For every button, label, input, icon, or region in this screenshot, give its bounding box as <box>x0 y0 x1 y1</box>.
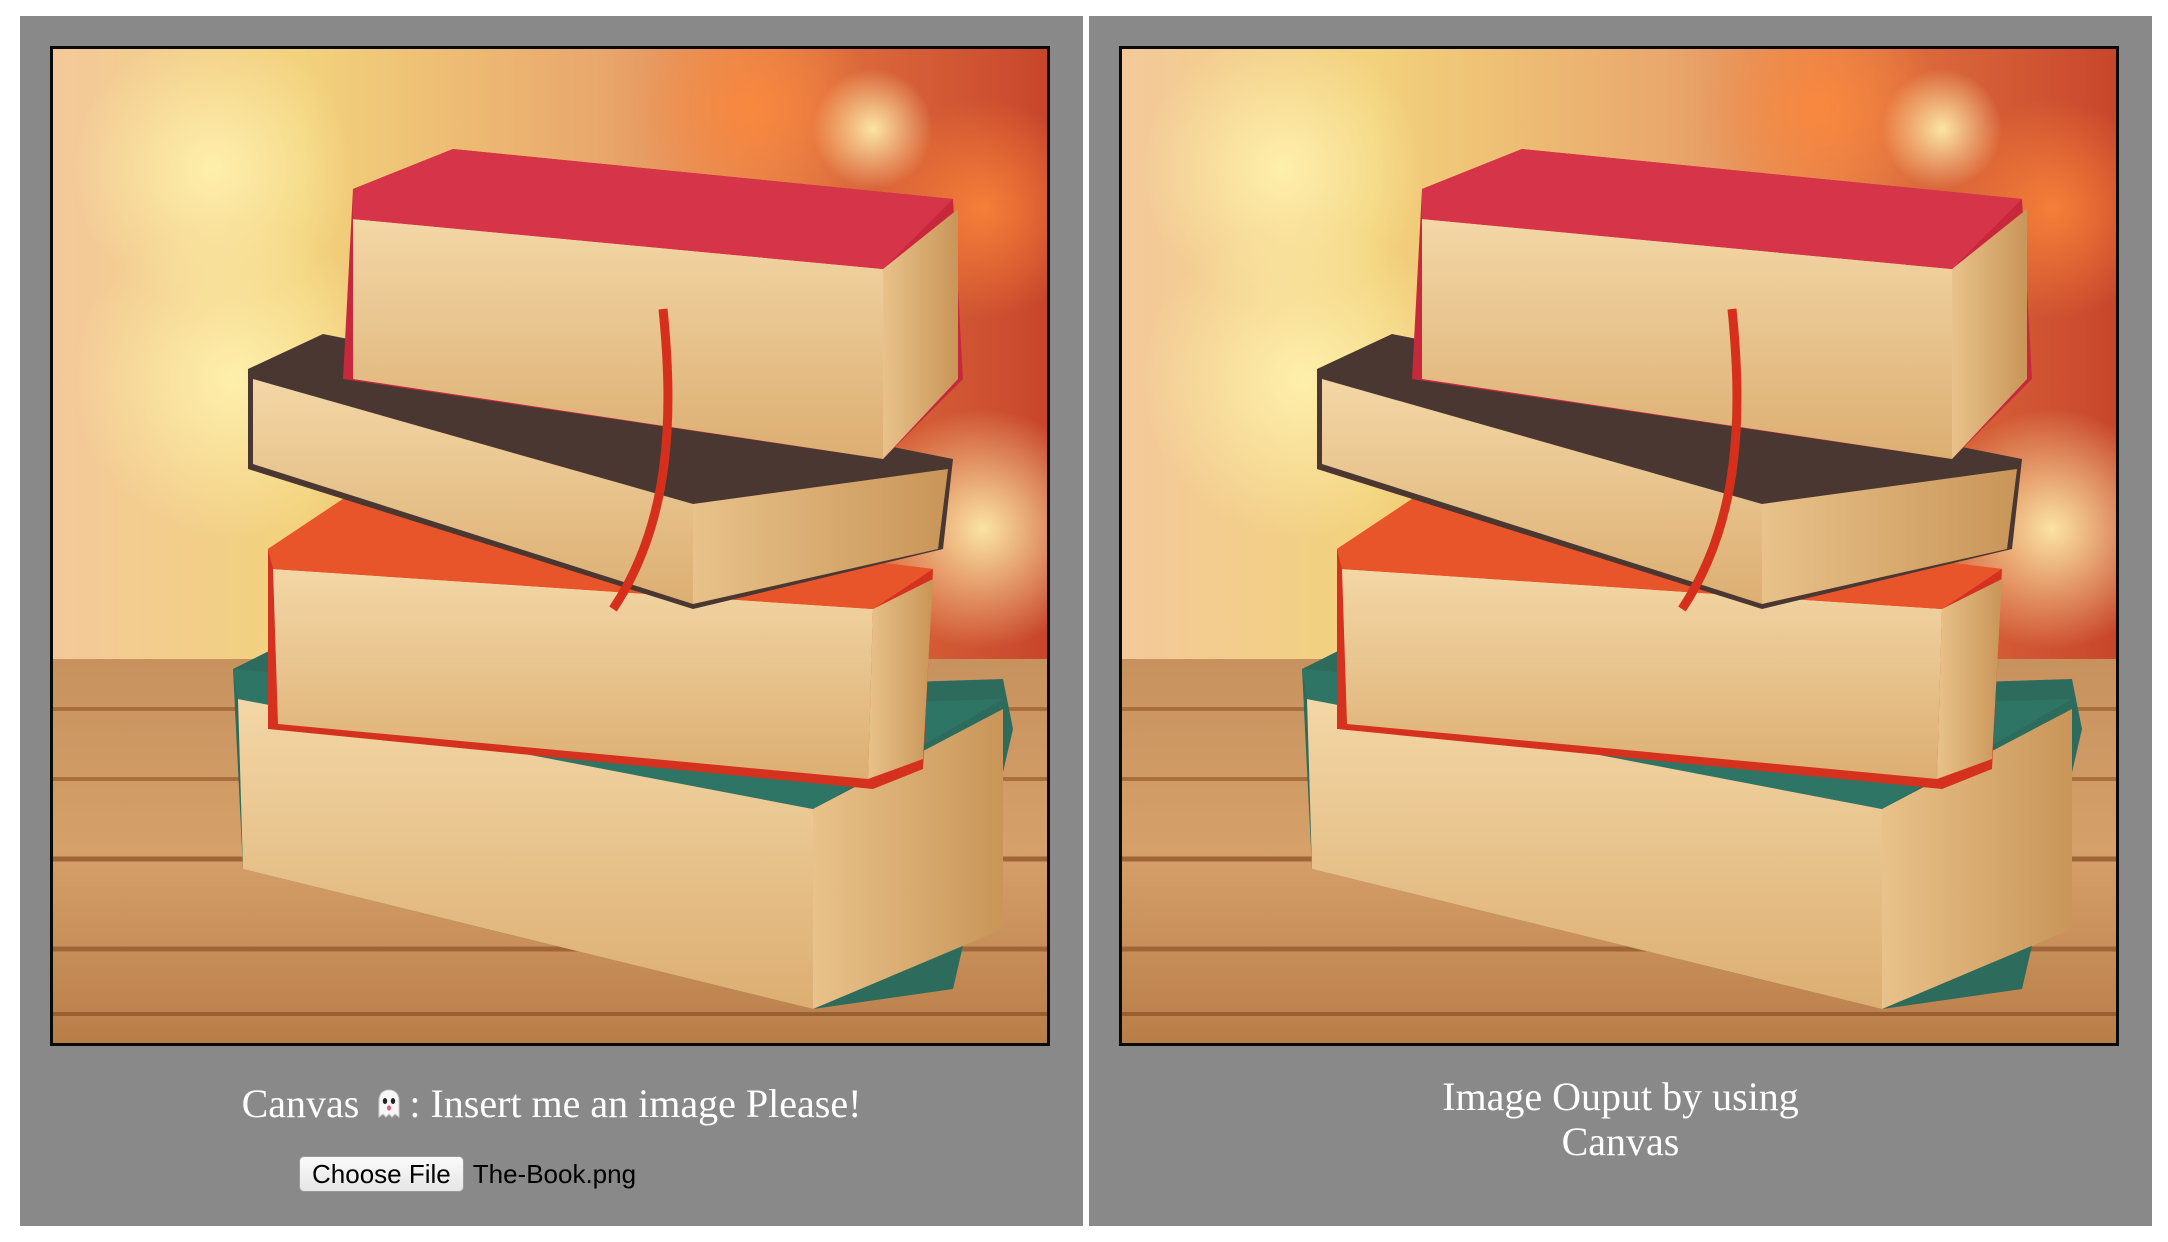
input-canvas <box>50 46 1050 1046</box>
books-image-output <box>1122 49 2116 1043</box>
caption-prefix: Canvas <box>241 1081 360 1126</box>
books-image <box>53 49 1047 1043</box>
input-panel: Canvas : Insert me an image Please! Choo… <box>20 16 1083 1226</box>
file-input[interactable]: Choose File The-Book.png <box>299 1155 636 1193</box>
output-caption-text: Image Ouput by using Canvas <box>1442 1074 1799 1164</box>
selected-file-name: The-Book.png <box>472 1158 637 1189</box>
input-caption: Canvas : Insert me an image Please! <box>20 1081 1083 1126</box>
output-panel: Image Ouput by using Canvas <box>1089 16 2152 1226</box>
output-canvas <box>1119 46 2119 1046</box>
output-caption: Image Ouput by using Canvas <box>1089 1074 2152 1164</box>
caption-suffix: : Insert me an image Please! <box>409 1081 862 1126</box>
choose-file-button[interactable]: Choose File <box>299 1156 464 1192</box>
ghost-icon <box>373 1087 405 1121</box>
